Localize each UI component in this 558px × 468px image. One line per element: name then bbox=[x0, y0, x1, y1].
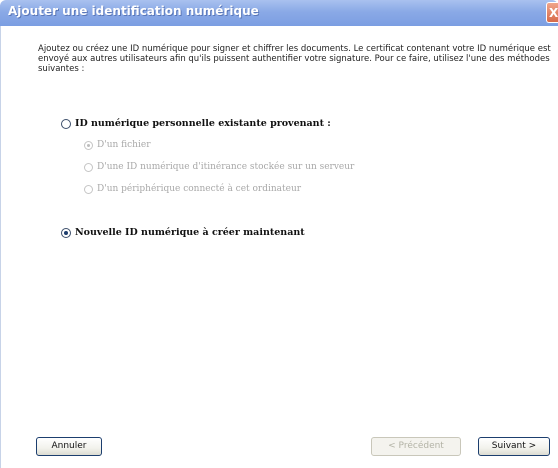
dialog-content bbox=[0, 26, 558, 468]
radio-button-existing[interactable] bbox=[61, 118, 71, 129]
radio-connected-device: D'un périphérique connecté à cet ordinat… bbox=[84, 184, 301, 194]
radio-roaming-id: D'une ID numérique d'itinérance stockée … bbox=[84, 162, 354, 172]
intro-text: Ajoutez ou créez une ID numérique pour s… bbox=[38, 44, 551, 74]
radio-existing-id[interactable]: ID numérique personnelle existante prove… bbox=[61, 118, 331, 129]
radio-from-file: D'un fichier bbox=[84, 140, 151, 150]
close-icon[interactable]: X bbox=[546, 2, 558, 23]
title-bar[interactable]: Ajouter une identification numérique X bbox=[0, 0, 558, 26]
dialog-window: Ajouter une identification numérique X A… bbox=[0, 0, 558, 468]
radio-new-id-label: Nouvelle ID numérique à créer maintenant bbox=[75, 227, 305, 238]
radio-new-id[interactable]: Nouvelle ID numérique à créer maintenant bbox=[61, 227, 305, 238]
radio-button-from-file bbox=[84, 140, 93, 150]
radio-button-roaming-id bbox=[84, 162, 93, 172]
next-button[interactable]: Suivant > bbox=[478, 437, 550, 456]
radio-from-file-label: D'un fichier bbox=[97, 140, 151, 150]
radio-connected-device-label: D'un périphérique connecté à cet ordinat… bbox=[97, 184, 302, 194]
window-title: Ajouter une identification numérique bbox=[8, 4, 259, 18]
cancel-button[interactable]: Annuler bbox=[36, 437, 102, 456]
radio-roaming-id-label: D'une ID numérique d'itinérance stockée … bbox=[97, 162, 355, 172]
radio-button-new-id[interactable] bbox=[61, 227, 71, 238]
radio-existing-label: ID numérique personnelle existante prove… bbox=[75, 118, 331, 129]
previous-button[interactable]: < Précédent bbox=[371, 437, 461, 456]
radio-button-connected-device bbox=[84, 184, 93, 194]
